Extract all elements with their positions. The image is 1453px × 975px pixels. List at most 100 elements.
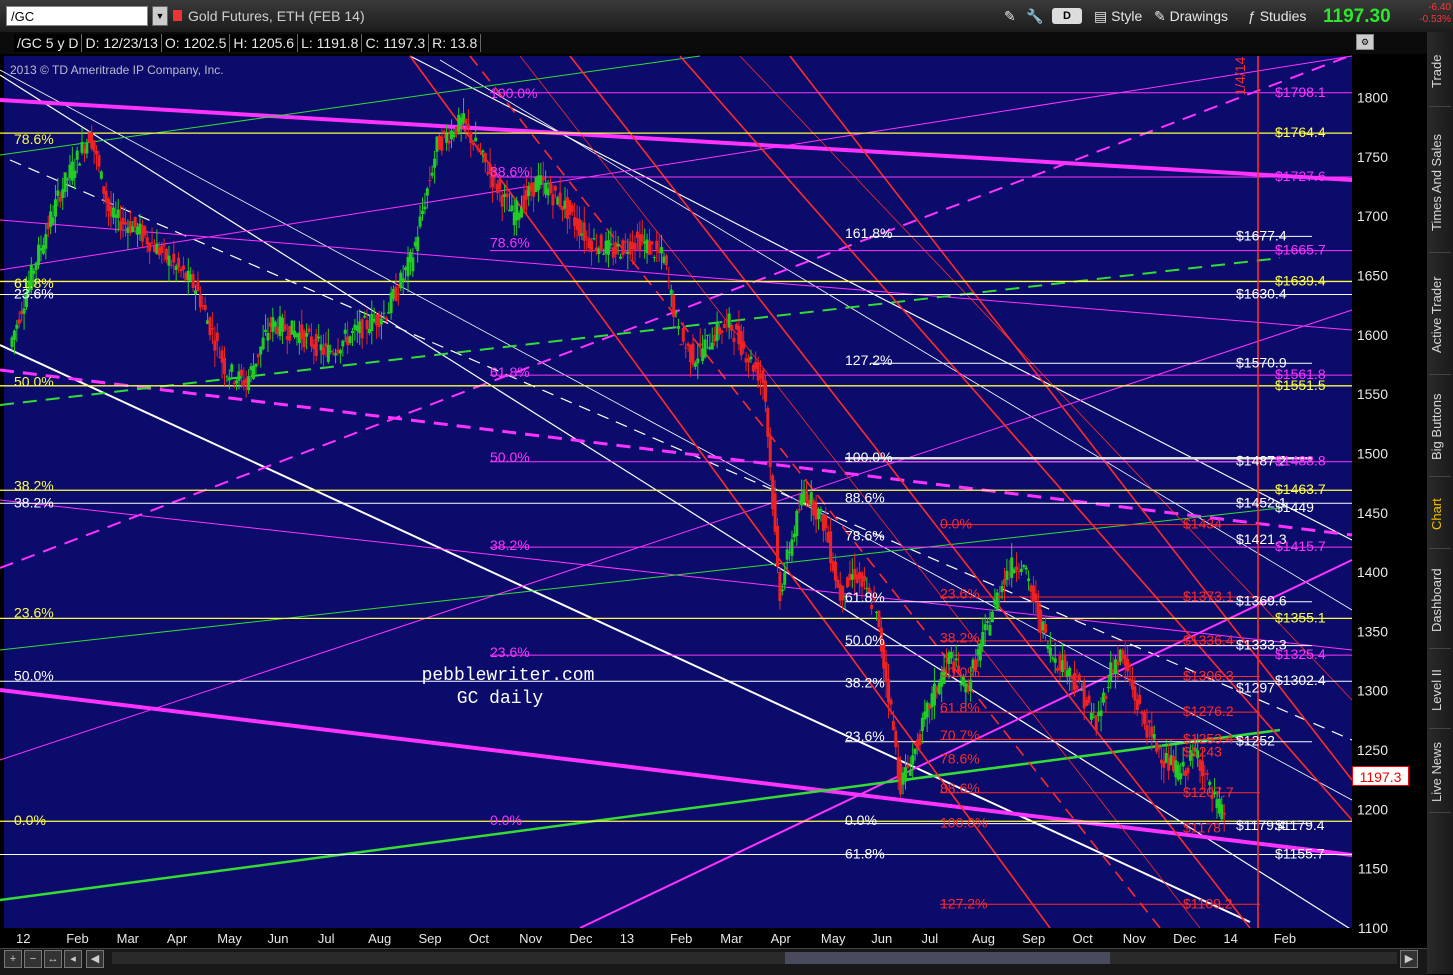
candle-body: [609, 243, 613, 246]
candle-body: [1152, 734, 1156, 739]
fib-label-15: 38.2%: [490, 537, 530, 553]
tab-big-buttons[interactable]: Big Buttons: [1429, 378, 1451, 477]
candle-body: [421, 210, 425, 215]
candle-body: [778, 571, 782, 601]
candle-body: [317, 336, 321, 339]
candle-body: [326, 345, 330, 362]
y-tick-label-14: 1800: [1357, 90, 1388, 106]
zoom-in-icon[interactable]: +: [4, 950, 22, 968]
candle-body: [983, 624, 987, 631]
scrollbar-thumb[interactable]: [785, 952, 1110, 964]
candle-body: [862, 576, 866, 582]
tab-chart[interactable]: Chart: [1429, 480, 1451, 549]
candle-body: [819, 509, 823, 512]
candle-body: [1075, 685, 1079, 689]
candle-body: [150, 242, 154, 244]
tab-level-ii[interactable]: Level II: [1429, 652, 1451, 729]
fib-label-26: 23.6%: [845, 728, 885, 744]
candle-body: [307, 328, 311, 332]
candle-body: [363, 315, 367, 318]
y-tick-label-2: 1200: [1357, 801, 1388, 817]
candle-body: [623, 241, 627, 243]
x-tick-label-15: Apr: [771, 931, 792, 946]
level-label-30: $1243: [1183, 743, 1222, 759]
x-tick-label-13: Feb: [670, 931, 692, 946]
candle-body: [1010, 557, 1014, 578]
candle-body: [191, 273, 195, 289]
level-label-6: $1630.4: [1236, 285, 1287, 301]
candle-body: [1220, 804, 1224, 820]
fib-label-6: 23.6%: [14, 605, 54, 621]
tab-trade[interactable]: Trade: [1429, 36, 1451, 107]
tab-live-news[interactable]: Live News: [1429, 732, 1451, 813]
fib-label-11: 88.6%: [490, 163, 530, 179]
candle-body: [1089, 712, 1093, 720]
y-tick-label-13: 1750: [1357, 149, 1388, 165]
candle-body: [889, 699, 893, 705]
candle-body: [256, 354, 260, 358]
candle-body: [418, 216, 422, 227]
candle-body: [1179, 773, 1183, 780]
scroll-left-icon[interactable]: ◀: [86, 950, 104, 968]
level-label-1: $1764.4: [1275, 124, 1326, 140]
scroll-right-icon[interactable]: ▶: [1400, 950, 1418, 968]
level-label-11: $1488.8: [1275, 453, 1326, 469]
level-label-15: $1434: [1183, 516, 1222, 532]
candle-body: [370, 313, 374, 331]
level-label-4: $1665.7: [1275, 242, 1326, 258]
candle-body: [343, 329, 347, 334]
candle-body: [37, 244, 41, 266]
level-label-24: $1306.3: [1183, 667, 1234, 683]
level-label-9: $1551.5: [1275, 377, 1326, 393]
candle-body: [998, 595, 1002, 598]
fib-label-19: 127.2%: [845, 352, 892, 368]
candle-body: [350, 330, 354, 334]
candle-body: [1116, 661, 1120, 666]
tab-dashboard[interactable]: Dashboard: [1429, 552, 1451, 649]
x-tick-label-4: May: [217, 931, 242, 946]
candle-body: [1068, 668, 1072, 676]
candle-body: [177, 257, 181, 268]
candle-body: [198, 294, 202, 308]
x-tick-label-10: Nov: [519, 931, 543, 946]
candle-body: [679, 344, 683, 346]
price-chart[interactable]: 78.6%61.8%23.6%50.0%38.2%38.2%23.6%50.0%…: [0, 0, 1453, 974]
candle-body: [1015, 566, 1019, 571]
tab-times-and-sales[interactable]: Times And Sales: [1429, 112, 1451, 253]
candle-body: [261, 337, 265, 350]
candle-body: [887, 679, 891, 703]
candle-body: [1027, 578, 1031, 582]
candle-body: [775, 525, 779, 568]
candle-body: [599, 234, 603, 251]
scroll-home-icon[interactable]: ◂: [64, 950, 82, 968]
level-label-36: $1109.2: [1183, 895, 1233, 911]
y-tick-label-5: 1350: [1357, 623, 1388, 639]
copyright: 2013 © TD Ameritrade IP Company, Inc.: [10, 63, 224, 77]
candle-body: [162, 244, 166, 246]
fib-label-14: 50.0%: [490, 449, 530, 465]
chart-settings-icon[interactable]: ⚙: [1356, 34, 1374, 50]
x-tick-label-8: Sep: [418, 931, 441, 946]
candle-body: [986, 621, 990, 623]
candle-body: [1099, 710, 1103, 717]
candle-body: [969, 679, 973, 692]
y-tick-label-10: 1600: [1357, 327, 1388, 343]
horizontal-scrollbar[interactable]: [112, 952, 1397, 964]
candle-body: [908, 770, 912, 776]
fib-label-4: 38.2%: [14, 478, 54, 494]
candle-body: [551, 194, 555, 206]
candle-body: [167, 255, 171, 266]
zoom-fit-icon[interactable]: ↔: [44, 950, 62, 968]
fib-label-10: 100.0%: [490, 85, 537, 101]
zoom-out-icon[interactable]: −: [24, 950, 42, 968]
candle-body: [696, 358, 700, 364]
candle-body: [1094, 715, 1098, 731]
candle-body: [505, 193, 509, 198]
candle-body: [227, 377, 231, 381]
candle-body: [710, 342, 714, 350]
candle-body: [669, 289, 673, 295]
x-tick-label-0: 12: [16, 931, 30, 946]
tab-active-trader[interactable]: Active Trader: [1429, 256, 1451, 375]
candle-body: [510, 205, 514, 211]
x-tick-label-1: Feb: [66, 931, 88, 946]
